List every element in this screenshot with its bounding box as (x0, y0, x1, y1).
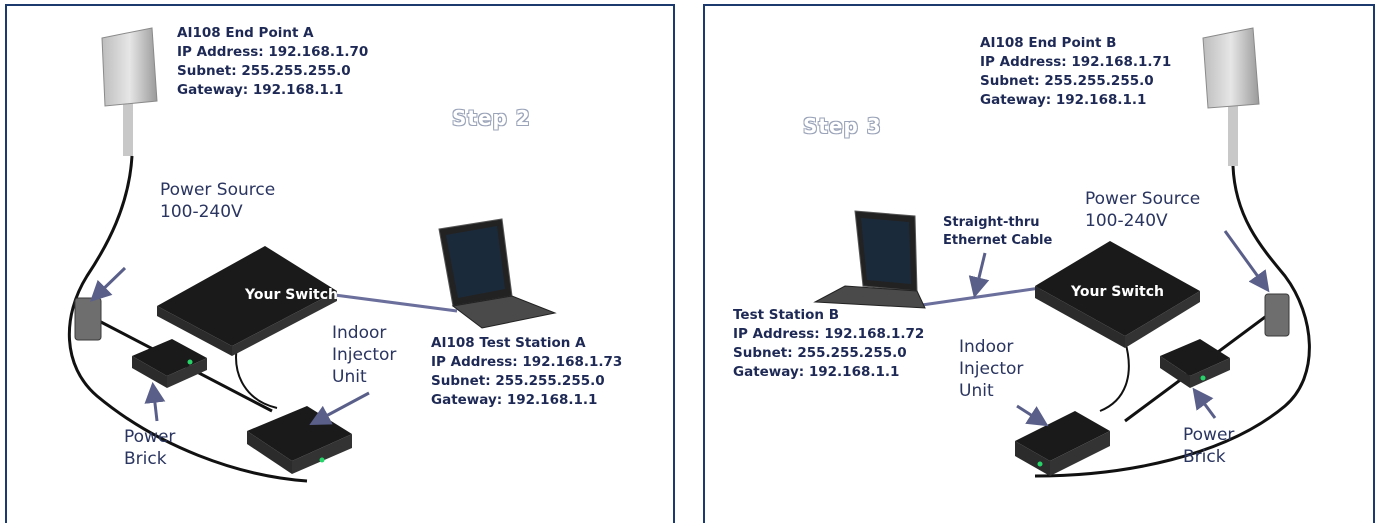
step-3-panel: Your Switch AI108 End Point B IP Address… (703, 4, 1375, 523)
step-2-panel: Your Switch AI108 End Point A IP Address… (5, 4, 675, 523)
power-source-label: Power Source 100-240V (1085, 188, 1200, 232)
power-outlet-icon (74, 297, 102, 341)
cable-line-1: Straight-thru (943, 215, 1040, 230)
endpoint-a-info: AI108 End Point A IP Address: 192.168.1.… (177, 24, 368, 100)
injector-arrow (1016, 404, 1049, 427)
power-source-label: Power Source 100-240V (160, 179, 275, 223)
switch-injector-cable (235, 345, 278, 409)
switch-label: Your Switch (1070, 284, 1164, 300)
endpoint-b-name: AI108 End Point B (980, 35, 1117, 51)
power-source-line-2: 100-240V (1085, 211, 1168, 231)
injector-label: Indoor Injector Unit (332, 322, 396, 388)
endpoint-b-info: AI108 End Point B IP Address: 192.168.1.… (980, 34, 1171, 110)
step-3-label: Step 3 (803, 114, 882, 138)
step-2-label: Step 2 (452, 106, 531, 130)
power-brick-line-2: Brick (124, 449, 167, 469)
power-brick-icon (1160, 339, 1230, 388)
test-station-a-name: AI108 Test Station A (431, 335, 586, 351)
test-station-b-gateway: Gateway: 192.168.1.1 (733, 364, 900, 380)
endpoint-b-subnet: Subnet: 255.255.255.0 (980, 73, 1154, 89)
cable-label: Straight-thru Ethernet Cable (943, 214, 1052, 250)
power-source-arrow (89, 266, 127, 302)
test-station-a-gateway: Gateway: 192.168.1.1 (431, 392, 598, 408)
access-point-icon (1202, 27, 1260, 166)
endpoint-a-ip: IP Address: 192.168.1.70 (177, 44, 369, 60)
injector-line-1: Indoor (959, 337, 1014, 357)
injector-arrow (309, 391, 370, 425)
power-brick-line-2: Brick (1183, 447, 1226, 467)
switch-injector-cable (1099, 340, 1130, 412)
cable-line-2: Ethernet Cable (943, 233, 1053, 248)
injector-line-3: Unit (959, 381, 994, 401)
test-station-b-info: Test Station B IP Address: 192.168.1.72 … (733, 306, 924, 382)
switch-label: Your Switch (244, 287, 338, 303)
endpoint-a-subnet: Subnet: 255.255.255.0 (177, 63, 351, 79)
injector-line-2: Injector (959, 359, 1024, 379)
power-brick-line-1: Power (1183, 425, 1235, 445)
power-outlet-icon (1264, 293, 1290, 337)
power-source-line-2: 100-240V (160, 202, 243, 222)
test-station-b-name: Test Station B (733, 307, 840, 323)
test-station-b-subnet: Subnet: 255.255.255.0 (733, 345, 907, 361)
endpoint-b-gateway: Gateway: 192.168.1.1 (980, 92, 1147, 108)
endpoint-a-gateway: Gateway: 192.168.1.1 (177, 82, 344, 98)
power-brick-icon (132, 339, 207, 388)
power-source-arrow (1223, 230, 1270, 293)
laptop-cable (326, 292, 458, 313)
injector-line-3: Unit (332, 367, 367, 387)
injector-line-2: Injector (332, 345, 397, 365)
power-source-line-1: Power Source (160, 180, 276, 200)
power-brick-arrow (144, 381, 166, 422)
power-brick-label: Power Brick (124, 426, 175, 470)
endpoint-a-name: AI108 End Point A (177, 25, 314, 41)
injector-icon (247, 406, 352, 474)
test-station-a-info: AI108 Test Station A IP Address: 192.168… (431, 334, 622, 410)
injector-label: Indoor Injector Unit (959, 336, 1023, 402)
test-station-b-ip: IP Address: 192.168.1.72 (733, 326, 925, 342)
injector-icon (1015, 411, 1110, 476)
injector-line-1: Indoor (332, 323, 387, 343)
laptop-cable (914, 286, 1041, 308)
endpoint-b-ip: IP Address: 192.168.1.71 (980, 54, 1172, 70)
power-brick-label: Power Brick (1183, 424, 1234, 468)
test-station-a-subnet: Subnet: 255.255.255.0 (431, 373, 605, 389)
access-point-icon (101, 27, 158, 156)
power-brick-arrow (1192, 387, 1217, 419)
power-brick-line-1: Power (124, 427, 176, 447)
test-station-a-ip: IP Address: 192.168.1.73 (431, 354, 623, 370)
laptop-icon (813, 210, 926, 309)
power-source-line-1: Power Source (1085, 189, 1201, 209)
cable-arrow (968, 252, 990, 299)
